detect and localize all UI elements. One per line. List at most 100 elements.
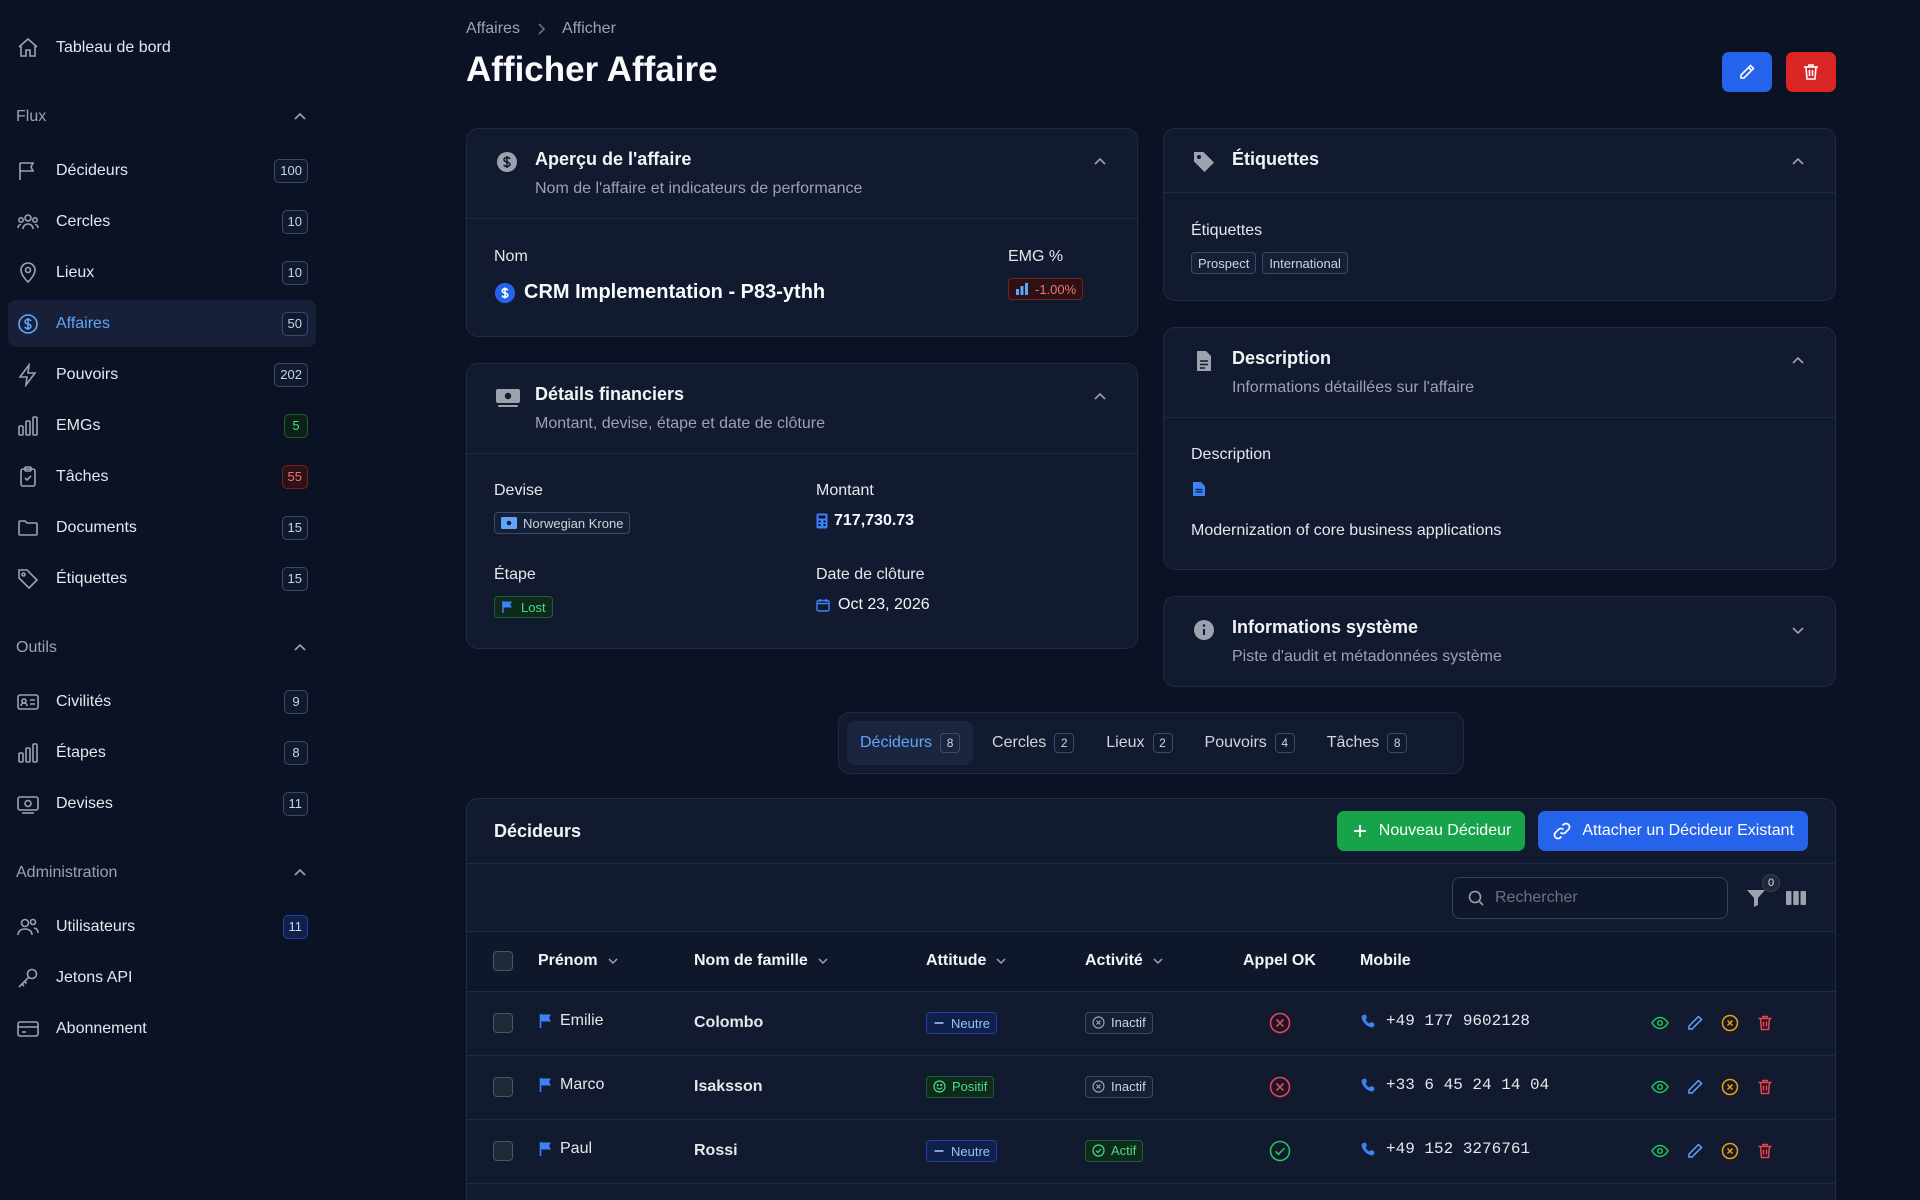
pencil-icon[interactable]: [1685, 1141, 1705, 1161]
chevron-up-icon[interactable]: [1091, 153, 1109, 171]
tag-icon: [16, 567, 40, 591]
sidebar-item-civilites[interactable]: Civilités 9: [8, 678, 316, 725]
x-circle-icon[interactable]: [1720, 1013, 1740, 1033]
table-row[interactable]: Marco Isaksson Positif Inactif +33 6 45 …: [467, 1055, 1835, 1119]
sidebar-section-administration[interactable]: Administration: [8, 857, 316, 889]
card-title: Étiquettes: [1232, 149, 1320, 169]
x-circle-icon: [1269, 1012, 1360, 1034]
last-name: Colombo: [694, 1014, 764, 1031]
card-subtitle: Montant, devise, étape et date de clôtur…: [535, 415, 825, 432]
sidebar-item-label: Pouvoirs: [56, 365, 119, 383]
sidebar-item-label: Civilités: [56, 692, 112, 710]
last-name: Isaksson: [694, 1078, 763, 1095]
chevron-up-icon[interactable]: [1789, 153, 1807, 171]
table-row[interactable]: Paul Rossi Neutre Actif +49 152 3276761: [467, 1119, 1835, 1183]
sidebar-item-label: Tâches: [56, 467, 109, 485]
tab-decideurs[interactable]: Décideurs 8: [847, 721, 974, 765]
sidebar-item-documents[interactable]: Documents 15: [8, 504, 316, 551]
x-circle-icon[interactable]: [1720, 1077, 1740, 1097]
card-title: Détails financiers: [535, 384, 685, 404]
tab-lieux[interactable]: Lieux 2: [1093, 721, 1185, 765]
sidebar-item-cercles[interactable]: Cercles 10: [8, 198, 316, 245]
count-badge: 10: [281, 209, 308, 234]
sidebar-item-utilisateurs[interactable]: Utilisateurs 11: [8, 903, 316, 950]
eye-icon[interactable]: [1650, 1077, 1670, 1097]
tag-icon: [1192, 150, 1216, 174]
eye-icon[interactable]: [1650, 1013, 1670, 1033]
sidebar-item-dashboard[interactable]: Tableau de bord: [8, 24, 316, 71]
dollar-circle-icon: [16, 312, 40, 336]
column-header-nom[interactable]: Nom de famille: [694, 932, 926, 992]
column-header-prenom[interactable]: Prénom: [538, 932, 694, 992]
new-decideur-button[interactable]: Nouveau Décideur: [1336, 811, 1526, 851]
count-badge: 55: [281, 464, 308, 489]
attitude-badge: Positif: [926, 1075, 995, 1098]
check-circle-icon: [1269, 1140, 1360, 1162]
columns-button[interactable]: [1784, 886, 1808, 910]
description-text: Modernization of core business applicati…: [1191, 522, 1502, 539]
sidebar-item-emgs[interactable]: EMGs 5: [8, 402, 316, 449]
sidebar-item-pouvoirs[interactable]: Pouvoirs 202: [8, 351, 316, 398]
tab-pouvoirs[interactable]: Pouvoirs 4: [1192, 721, 1308, 765]
chevron-down-icon: [816, 954, 830, 968]
column-header-attitude[interactable]: Attitude: [926, 932, 1085, 992]
flag-icon: [16, 159, 40, 183]
chevron-down-icon[interactable]: [1789, 621, 1807, 639]
sidebar-item-jetons-api[interactable]: Jetons API: [8, 954, 316, 1001]
phone-icon: [1360, 1077, 1376, 1093]
overview-card: Aperçu de l'affaire Nom de l'affaire et …: [466, 128, 1138, 337]
folder-icon: [16, 516, 40, 540]
row-checkbox[interactable]: [493, 1077, 513, 1097]
breadcrumb-current: Afficher: [561, 20, 616, 37]
mobile-number[interactable]: +49 177 9602128: [1386, 1012, 1530, 1030]
chevron-up-icon[interactable]: [1789, 352, 1807, 370]
sidebar-item-devises[interactable]: Devises 11: [8, 780, 316, 827]
mobile-number[interactable]: +49 152 3276761: [1386, 1140, 1530, 1158]
button-label: Attacher un Décideur Existant: [1582, 822, 1794, 839]
stage-value: Lost: [521, 599, 546, 615]
calendar-icon: [816, 598, 830, 612]
button-label: Nouveau Décideur: [1378, 822, 1512, 839]
sidebar-item-lieux[interactable]: Lieux 10: [8, 249, 316, 296]
phone-icon: [1360, 1141, 1376, 1157]
delete-button[interactable]: [1786, 52, 1836, 92]
attach-decideur-button[interactable]: Attacher un Décideur Existant: [1538, 811, 1808, 851]
row-checkbox[interactable]: [493, 1141, 513, 1161]
sidebar-item-decideurs[interactable]: Décideurs 100: [8, 147, 316, 194]
pencil-icon[interactable]: [1685, 1013, 1705, 1033]
sidebar-item-etiquettes[interactable]: Étiquettes 15: [8, 555, 316, 602]
filter-button[interactable]: 0: [1744, 873, 1780, 910]
sidebar-section-outils[interactable]: Outils: [8, 632, 316, 664]
search-input[interactable]: [1495, 888, 1713, 907]
users-icon: [16, 915, 40, 939]
lightning-icon: [16, 362, 40, 387]
sidebar-section-flux[interactable]: Flux: [8, 101, 316, 133]
row-checkbox[interactable]: [493, 1013, 513, 1033]
trash-icon[interactable]: [1755, 1013, 1775, 1033]
column-header-activite[interactable]: Activité: [1085, 932, 1243, 992]
trash-icon[interactable]: [1755, 1077, 1775, 1097]
filter-count-badge: 0: [1762, 873, 1780, 892]
sidebar-item-taches[interactable]: Tâches 55: [8, 453, 316, 500]
column-label: Prénom: [538, 952, 598, 970]
breadcrumb-link[interactable]: Affaires: [466, 20, 520, 38]
mobile-number[interactable]: +33 6 45 24 14 04: [1386, 1076, 1549, 1094]
pencil-icon[interactable]: [1685, 1077, 1705, 1097]
sidebar-item-affaires[interactable]: Affaires 50: [8, 300, 316, 347]
chevron-up-icon[interactable]: [1091, 388, 1109, 406]
eye-icon[interactable]: [1650, 1141, 1670, 1161]
trash-icon[interactable]: [1755, 1141, 1775, 1161]
flag-icon: [538, 1077, 554, 1093]
chevron-up-icon: [292, 640, 308, 656]
table-row[interactable]: Emilie Colombo Neutre Inactif +49 177 96…: [467, 991, 1835, 1055]
sidebar-item-abonnement[interactable]: Abonnement: [8, 1005, 316, 1052]
x-circle-icon[interactable]: [1720, 1141, 1740, 1161]
field-label: Étape: [494, 566, 536, 583]
tab-taches[interactable]: Tâches 8: [1314, 721, 1420, 765]
count-badge: 11: [282, 914, 308, 939]
tab-cercles[interactable]: Cercles 2: [979, 721, 1087, 765]
edit-button[interactable]: [1722, 52, 1772, 92]
plus-icon: [1351, 822, 1369, 840]
sidebar-item-etapes[interactable]: Étapes 8: [8, 729, 316, 776]
select-all-checkbox[interactable]: [493, 951, 513, 972]
